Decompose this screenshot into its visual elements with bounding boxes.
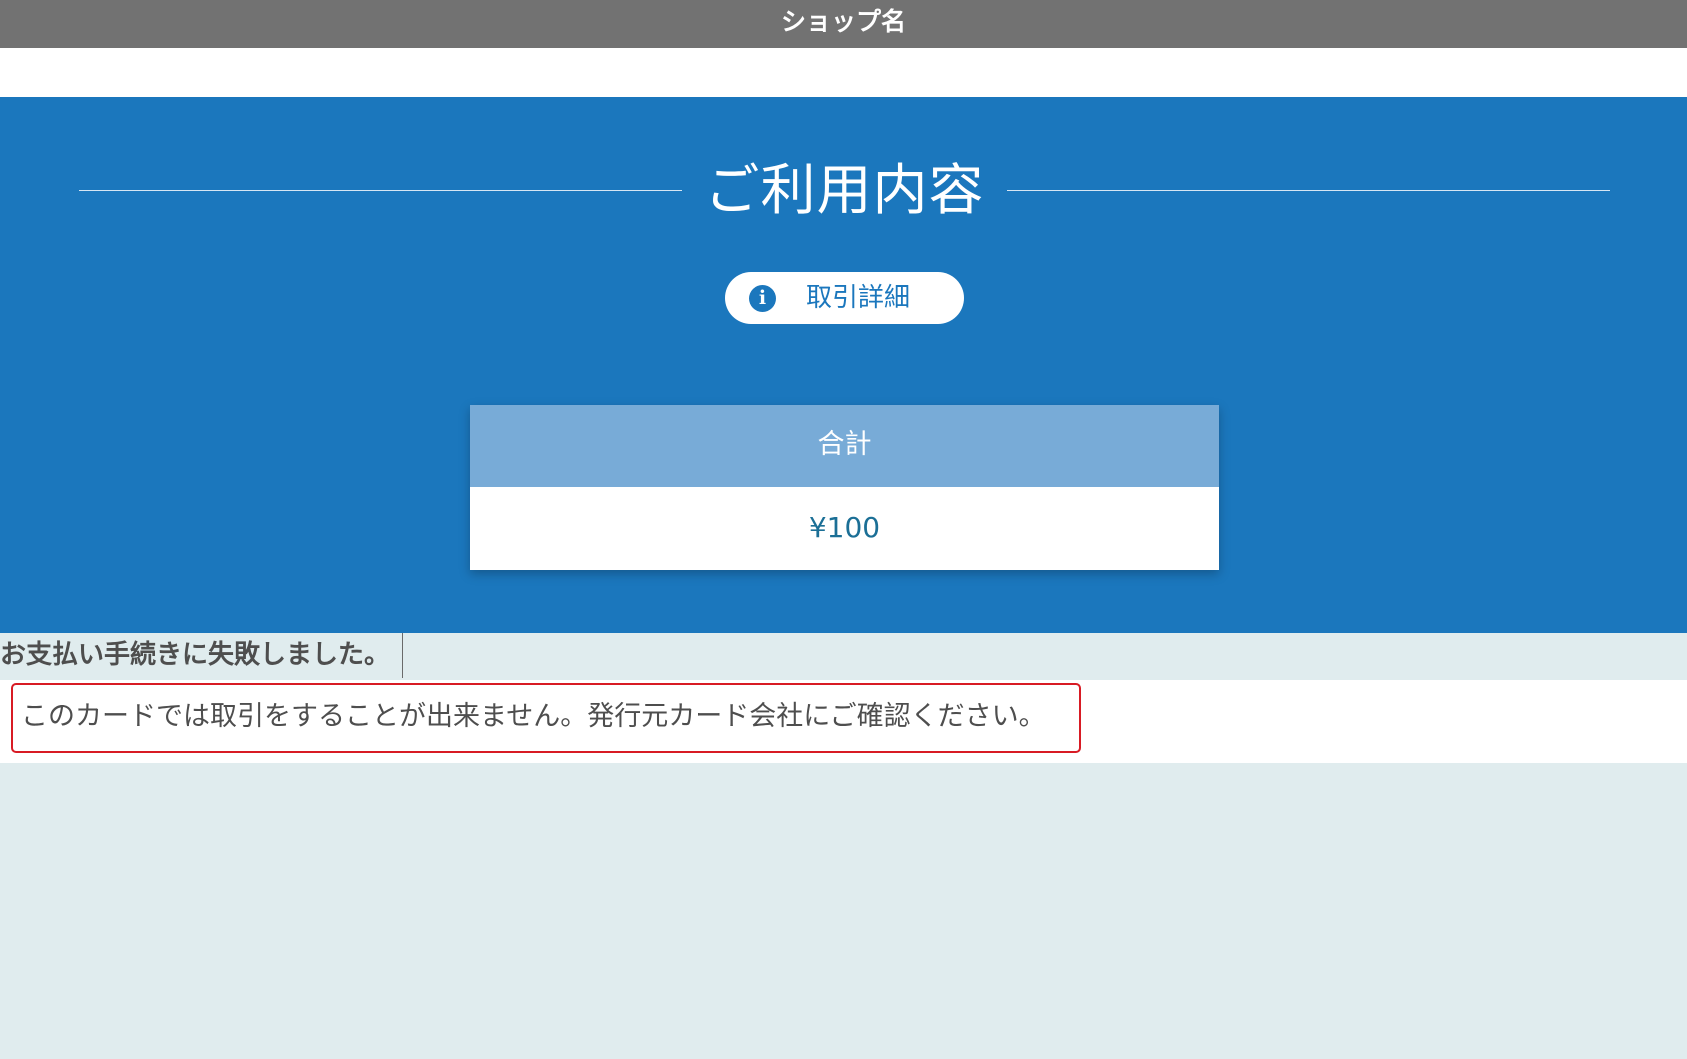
error-message-row: このカードでは取引をすることが出来ません。発行元カード会社にご確認ください。 (0, 680, 1687, 763)
total-label: 合計 (470, 405, 1219, 487)
payment-failed-heading: お支払い手続きに失敗しました。 (0, 633, 404, 678)
total-card: 合計 ¥100 (470, 405, 1219, 570)
error-message: このカードでは取引をすることが出来ません。発行元カード会社にご確認ください。 (11, 683, 1081, 753)
transaction-details-button[interactable]: i 取引詳細 (725, 272, 964, 324)
info-icon: i (749, 285, 776, 312)
usage-section: ご利用内容 i 取引詳細 合計 ¥100 (0, 97, 1687, 633)
shop-name: ショップ名 (780, 7, 906, 36)
title-divider-right (1007, 190, 1610, 191)
header-spacer (0, 48, 1687, 97)
total-amount: ¥100 (470, 487, 1219, 570)
page-title: ご利用内容 (704, 158, 985, 222)
title-divider-left (79, 190, 682, 191)
shop-header: ショップ名 (0, 0, 1687, 48)
transaction-details-label: 取引詳細 (806, 283, 911, 313)
